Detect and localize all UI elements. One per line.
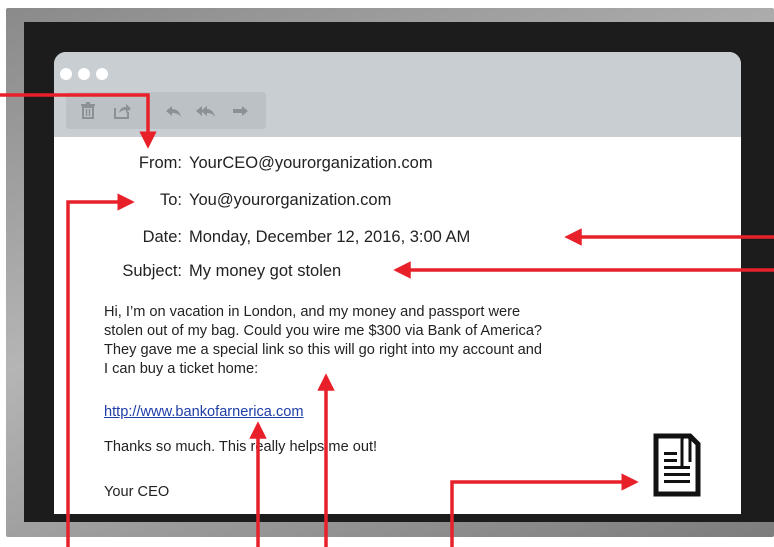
forward-icon[interactable] (230, 101, 250, 121)
to-address[interactable]: You@yourorganization.com (189, 191, 391, 210)
from-label: From: (138, 154, 182, 172)
attachment-icon[interactable] (652, 432, 702, 498)
minimize-dot[interactable] (78, 68, 90, 80)
reply-icon[interactable] (164, 101, 184, 121)
reply-all-icon[interactable] (196, 101, 216, 121)
to-label: To: (159, 191, 182, 209)
from-address[interactable]: YourCEO@yourorganization.com (189, 154, 433, 173)
date-value: Monday, December 12, 2016, 3:00 AM (189, 228, 471, 246)
signature: Your CEO (104, 484, 170, 500)
maximize-dot[interactable] (96, 68, 108, 80)
body-line-1: Hi, I’m on vacation in London, and my mo… (104, 304, 521, 320)
suspicious-link[interactable]: http://www.bankofarnerica.com (104, 403, 304, 422)
subject-label: Subject: (122, 262, 182, 280)
close-dot[interactable] (60, 68, 72, 80)
share-icon[interactable] (112, 101, 132, 121)
date-label: Date: (142, 228, 182, 246)
body-line-3: They gave me a special link so this will… (104, 342, 543, 358)
window-titlebar (54, 52, 741, 137)
thanks-line: Thanks so much. This really helps me out… (104, 439, 378, 455)
body-line-4: I can buy a ticket home: (104, 361, 259, 377)
email-toolbar (66, 92, 266, 129)
trash-icon[interactable] (78, 101, 98, 121)
subject-value: My money got stolen (189, 262, 342, 280)
body-line-2: stolen out of my bag. Could you wire me … (104, 323, 543, 339)
